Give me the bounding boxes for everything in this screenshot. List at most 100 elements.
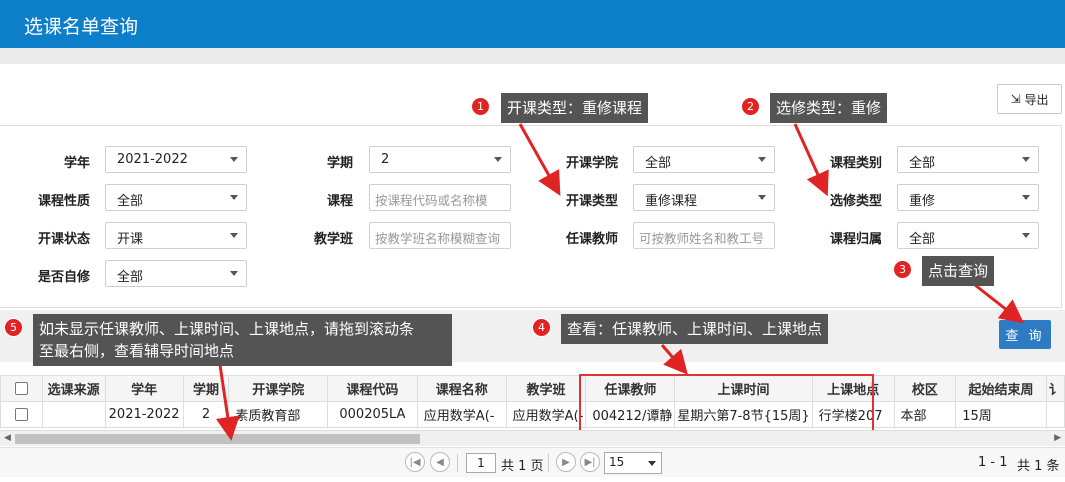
column-header[interactable]: 选课来源	[41, 375, 106, 402]
college-label: 开课学院	[565, 156, 618, 171]
pager-divider	[457, 454, 458, 472]
self-study-label: 是否自修	[37, 270, 90, 285]
page-size-value: 15	[609, 455, 625, 469]
prev-page-icon[interactable]: ◀	[430, 452, 450, 472]
table-cell: 004212/谭静	[585, 401, 676, 428]
export-icon: ⇲	[1010, 92, 1021, 106]
column-header[interactable]: 开课学院	[228, 375, 329, 402]
page-size-select[interactable]: 15	[604, 452, 662, 474]
table-cell: 2	[182, 401, 230, 428]
chevron-down-icon	[230, 195, 238, 200]
self-study-value: 全部	[117, 270, 144, 285]
belong-value: 全部	[909, 232, 936, 247]
term-value: 2	[381, 152, 390, 167]
column-header[interactable]: 教学班	[505, 375, 587, 402]
table-cell	[41, 401, 106, 428]
category-select[interactable]: 全部	[897, 146, 1039, 173]
select-all-cell[interactable]	[0, 375, 43, 402]
table-cell: 星期六第7-8节{15周}	[674, 401, 813, 428]
college-select[interactable]: 全部	[633, 146, 775, 173]
year-value: 2021-2022	[117, 152, 188, 167]
column-header[interactable]: 课程代码	[327, 375, 418, 402]
first-page-icon[interactable]: |◀	[405, 452, 425, 472]
pager-divider	[548, 454, 549, 472]
chevron-down-icon	[494, 157, 502, 162]
last-page-icon[interactable]: ▶|	[580, 452, 600, 472]
callout-scroll-hint-line2: 至最右侧，查看辅导时间地点	[39, 342, 235, 360]
table-header-row: 选课来源 学年 学期 开课学院 课程代码 课程名称 教学班 任课教师 上课时间 …	[0, 375, 1065, 402]
term-select[interactable]: 2	[369, 146, 511, 173]
scrollbar-thumb[interactable]	[15, 434, 420, 444]
column-header[interactable]: 上课地点	[811, 375, 895, 402]
step-badge-1: 1	[471, 97, 490, 116]
year-label: 学年	[63, 156, 90, 171]
self-study-select[interactable]: 全部	[105, 260, 247, 287]
callout-click-query: 点击查询	[922, 256, 995, 286]
horizontal-scrollbar[interactable]: ◀ ▶	[0, 430, 1065, 446]
chevron-down-icon	[1022, 157, 1030, 162]
chevron-down-icon	[230, 157, 238, 162]
year-select[interactable]: 2021-2022	[105, 146, 247, 173]
open-type-select[interactable]: 重修课程	[633, 184, 775, 211]
select-type-select[interactable]: 重修	[897, 184, 1039, 211]
column-header[interactable]: 起始结束周	[955, 375, 1047, 402]
header-divider	[0, 48, 1065, 64]
query-button[interactable]: 查 询	[999, 320, 1051, 349]
class-label: 教学班	[313, 232, 353, 247]
course-input[interactable]: 按课程代码或名称模	[369, 184, 511, 211]
page-number-input[interactable]: 1	[466, 453, 496, 473]
scroll-left-icon[interactable]: ◀	[4, 433, 11, 443]
page-title: 选课名单查询	[24, 16, 139, 38]
status-value: 开课	[117, 232, 144, 247]
column-header[interactable]: 学年	[104, 375, 184, 402]
table-cell: 2021-2022	[104, 401, 184, 428]
table-cell: 15周	[955, 401, 1047, 428]
nature-select[interactable]: 全部	[105, 184, 247, 211]
college-value: 全部	[645, 156, 672, 171]
page-header: 选课名单查询	[0, 0, 1065, 48]
table-row[interactable]: 2021-2022 2 素质教育部 000205LA 应用数学A(- 应用数学A…	[0, 401, 1065, 428]
open-type-value: 重修课程	[645, 194, 698, 209]
table-cell: 000205LA	[327, 401, 418, 428]
nature-label: 课程性质	[37, 194, 90, 209]
teacher-input[interactable]: 可按教师姓名和教工号	[633, 222, 775, 249]
column-header[interactable]: 课程名称	[416, 375, 507, 402]
belong-label: 课程归属	[829, 232, 882, 247]
total-records-text: 共 1 条	[1017, 459, 1060, 474]
export-label: 导出	[1024, 92, 1049, 107]
column-header[interactable]: 上课时间	[674, 375, 813, 402]
results-table: 选课来源 学年 学期 开课学院 课程代码 课程名称 教学班 任课教师 上课时间 …	[0, 375, 1065, 428]
status-select[interactable]: 开课	[105, 222, 247, 249]
table-cell	[1045, 401, 1065, 428]
nature-value: 全部	[117, 194, 144, 209]
callout-view-columns: 查看：任课教师、上课时间、上课地点	[561, 314, 829, 344]
step-badge-4: 4	[532, 318, 551, 337]
row-checkbox[interactable]	[14, 408, 28, 421]
select-all-checkbox[interactable]	[14, 382, 28, 395]
chevron-down-icon	[648, 461, 656, 466]
term-label: 学期	[326, 156, 353, 171]
table-cell: 行学楼207	[811, 401, 895, 428]
pagination-bar: |◀ ◀ 1 共 1 页 ▶ ▶| 15 1 - 1 共 1 条	[0, 447, 1065, 477]
category-value: 全部	[909, 156, 936, 171]
chevron-down-icon	[1022, 233, 1030, 238]
next-page-icon[interactable]: ▶	[556, 452, 576, 472]
callout-scroll-hint-line1: 如未显示任课教师、上课时间、上课地点，请拖到滚动条	[39, 320, 415, 338]
export-button[interactable]: ⇲ 导出	[997, 84, 1062, 114]
scroll-right-icon[interactable]: ▶	[1054, 433, 1061, 443]
select-type-value: 重修	[909, 194, 936, 209]
total-pages-text: 共 1 页	[501, 459, 544, 474]
teacher-label: 任课教师	[565, 232, 618, 247]
belong-select[interactable]: 全部	[897, 222, 1039, 249]
step-badge-5: 5	[4, 318, 23, 337]
chevron-down-icon	[1022, 195, 1030, 200]
table-cell: 应用数学A(-	[505, 401, 587, 428]
class-input[interactable]: 按教学班名称模糊查询	[369, 222, 511, 249]
column-header[interactable]: 讠	[1045, 375, 1065, 402]
step-badge-3: 3	[893, 260, 912, 279]
course-label: 课程	[326, 194, 353, 209]
column-header[interactable]: 任课教师	[585, 375, 676, 402]
row-select-cell[interactable]	[0, 401, 43, 428]
column-header[interactable]: 校区	[893, 375, 957, 402]
column-header[interactable]: 学期	[182, 375, 230, 402]
